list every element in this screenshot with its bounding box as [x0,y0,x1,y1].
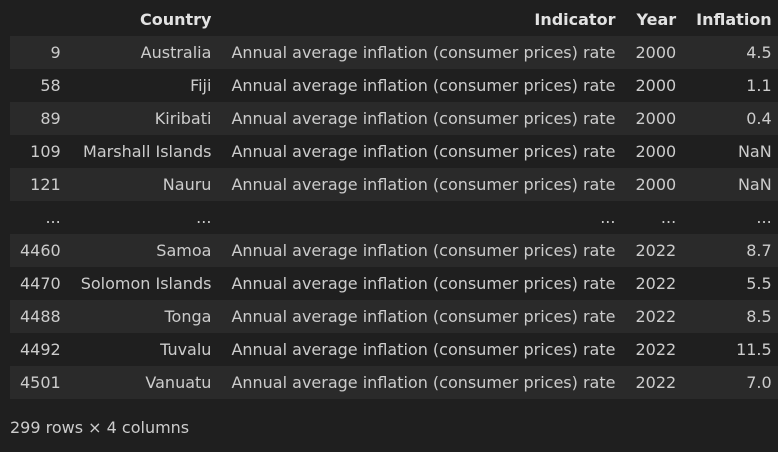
cell-country: Tonga [164,306,212,326]
header-indicator: Indicator [221,3,626,36]
cell-inflation: 5.5 [746,273,772,293]
cell-inflation: NaN [737,174,772,194]
row-index: 4501 [20,372,61,392]
row-index: 58 [40,75,61,95]
header-inflation: Inflation [686,3,778,36]
cell-indicator: Annual average inflation (consumer price… [231,273,616,293]
row-index: 121 [30,174,61,194]
table-row: 4470 Solomon Islands Annual average infl… [10,267,778,300]
header-country: Country [70,3,222,36]
cell-country: Samoa [156,240,212,260]
cell-year: 2000 [635,174,677,194]
cell-inflation: 8.5 [746,306,772,326]
cell-year: 2000 [635,141,677,161]
cell-indicator: Annual average inflation (consumer price… [231,141,616,161]
table-row: 121 Nauru Annual average inflation (cons… [10,168,778,201]
header-index [10,3,71,36]
header-year: Year [625,3,687,36]
cell-country: Kiribati [154,108,212,128]
cell-inflation: 1.1 [746,75,772,95]
cell-country: Vanuatu [145,372,212,392]
cell-indicator: ... [600,207,616,227]
cell-year: 2022 [635,240,677,260]
cell-inflation: 11.5 [736,339,772,359]
header-row: Country Indicator Year Inflation [10,3,778,36]
ellipsis-row: ... ... ... ... ... [10,201,778,234]
cell-inflation: 8.7 [746,240,772,260]
row-index: 4492 [20,339,61,359]
cell-indicator: Annual average inflation (consumer price… [231,174,616,194]
table-row: 89 Kiribati Annual average inflation (co… [10,102,778,135]
row-index: 9 [50,42,61,62]
cell-inflation: ... [756,207,772,227]
table-row: 4488 Tonga Annual average inflation (con… [10,300,778,333]
cell-country: Tuvalu [160,339,212,359]
cell-year: 2022 [635,372,677,392]
cell-year: ... [660,207,677,227]
cell-indicator: Annual average inflation (consumer price… [231,75,616,95]
cell-country: ... [196,207,212,227]
dataframe-table: Country Indicator Year Inflation 9 Austr… [10,3,778,399]
cell-country: Solomon Islands [80,273,212,293]
cell-country: Nauru [162,174,212,194]
row-index: 109 [30,141,61,161]
cell-year: 2022 [635,273,677,293]
row-index: 4460 [20,240,61,260]
cell-year: 2000 [635,42,677,62]
cell-inflation: 4.5 [746,42,772,62]
cell-country: Fiji [190,75,212,95]
table-row: 4501 Vanuatu Annual average inflation (c… [10,366,778,399]
cell-inflation: 7.0 [746,372,772,392]
cell-year: 2000 [635,108,677,128]
cell-country: Australia [140,42,212,62]
cell-year: 2022 [635,339,677,359]
dataframe-output: Country Indicator Year Inflation 9 Austr… [10,3,778,399]
cell-indicator: Annual average inflation (consumer price… [231,339,616,359]
cell-inflation: 0.4 [746,108,772,128]
dataframe-shape-text: 299 rows × 4 columns [10,418,190,437]
row-index: 4488 [20,306,61,326]
cell-indicator: Annual average inflation (consumer price… [231,306,616,326]
table-row: 58 Fiji Annual average inflation (consum… [10,69,778,102]
table-row: 4492 Tuvalu Annual average inflation (co… [10,333,778,366]
cell-indicator: Annual average inflation (consumer price… [231,372,616,392]
cell-inflation: NaN [737,141,772,161]
cell-year: 2000 [635,75,677,95]
row-index: 89 [40,108,61,128]
table-row: 4460 Samoa Annual average inflation (con… [10,234,778,267]
table-row: 9 Australia Annual average inflation (co… [10,36,778,69]
cell-year: 2022 [635,306,677,326]
cell-indicator: Annual average inflation (consumer price… [231,240,616,260]
row-index: ... [45,207,61,227]
row-index: 4470 [20,273,61,293]
cell-indicator: Annual average inflation (consumer price… [231,42,616,62]
table-row: 109 Marshall Islands Annual average infl… [10,135,778,168]
cell-country: Marshall Islands [83,141,212,161]
cell-indicator: Annual average inflation (consumer price… [231,108,616,128]
